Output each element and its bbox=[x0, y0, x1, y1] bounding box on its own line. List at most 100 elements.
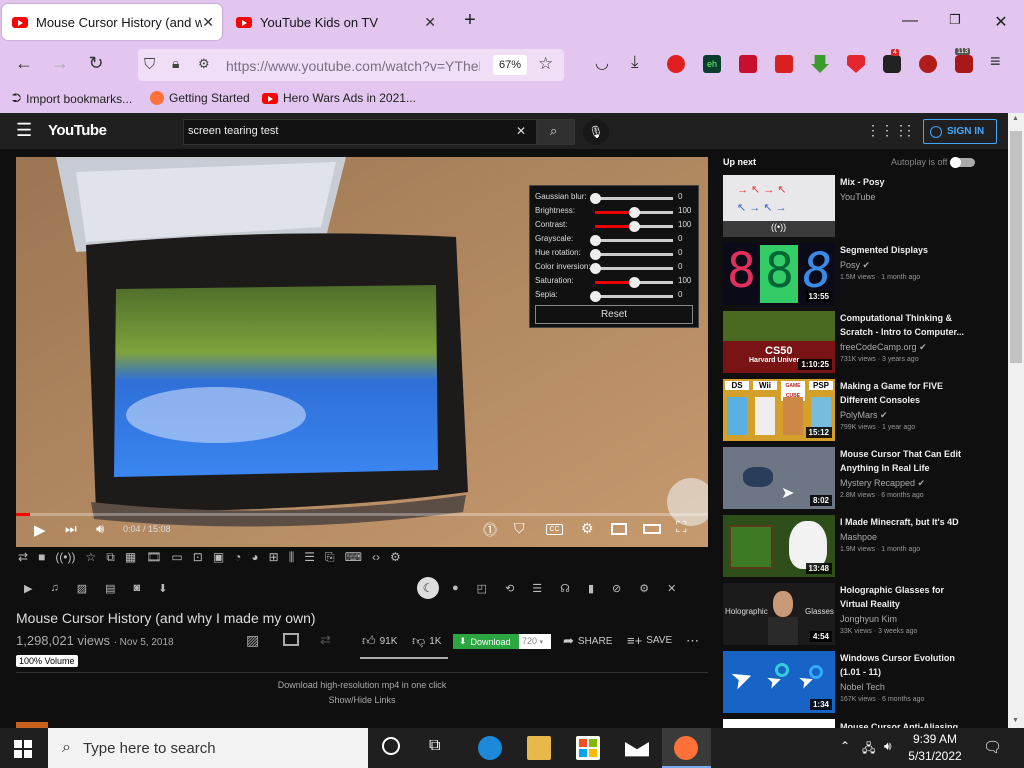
mouse-icon[interactable]: ▮ bbox=[588, 582, 594, 596]
bookmark-getting-started[interactable]: Getting Started bbox=[150, 91, 250, 105]
scroll-up-icon[interactable]: ▲ bbox=[1012, 115, 1019, 122]
ball-extension-icon[interactable] bbox=[919, 55, 937, 73]
download-button[interactable]: ⬇ Download bbox=[453, 634, 519, 649]
download-arrow-extension-icon[interactable] bbox=[811, 55, 829, 73]
filter-slider[interactable] bbox=[590, 235, 673, 246]
filter-slider[interactable] bbox=[590, 291, 673, 302]
store-icon[interactable] bbox=[576, 736, 600, 760]
dark-mode-icon[interactable]: ☾ bbox=[417, 577, 439, 599]
theater-mode-icon[interactable] bbox=[643, 524, 661, 534]
video-camera-icon[interactable]: ▶︎ bbox=[24, 582, 32, 596]
caption-icon[interactable]: ▤ bbox=[105, 582, 115, 596]
split-icon[interactable]: ⫼ bbox=[289, 550, 295, 568]
autoplay-toggle[interactable] bbox=[950, 157, 975, 168]
edge-icon[interactable] bbox=[478, 736, 502, 760]
ublock-player-icon[interactable]: ⓵ bbox=[483, 520, 497, 540]
settings-icon[interactable]: ⚙ bbox=[581, 520, 594, 537]
sidebar-video-five-consoles[interactable]: DS Wii GAME CUBE PSP 15:12 Making a Game… bbox=[723, 379, 1003, 441]
play-icon[interactable]: ▶ bbox=[34, 521, 46, 539]
windows-start-icon[interactable] bbox=[14, 740, 32, 758]
filter-slider-knob[interactable] bbox=[629, 207, 640, 218]
tab-youtube-kids[interactable]: YouTube Kids on TV ✕ bbox=[226, 4, 444, 40]
bookmark-import[interactable]: ⮊ Import bookmarks... bbox=[12, 91, 132, 106]
fullscreen-icon[interactable]: ⛶ bbox=[676, 519, 687, 536]
network-icon[interactable]: 🖧︎ bbox=[862, 739, 875, 760]
stop-icon[interactable]: ■ bbox=[38, 550, 45, 568]
loop-icon[interactable]: ⇄ bbox=[18, 550, 28, 568]
downloads-icon[interactable]: ⤓ bbox=[631, 52, 639, 72]
camera-icon[interactable]: ⎘ bbox=[325, 550, 335, 568]
reset-filters-button[interactable]: Reset bbox=[535, 305, 693, 324]
show-hide-links[interactable]: Show/Hide Links bbox=[16, 693, 708, 708]
close-tab-icon[interactable]: ✕ bbox=[424, 14, 436, 31]
search-input[interactable]: screen tearing test ✕ bbox=[183, 119, 537, 145]
picture-icon[interactable]: ▣ bbox=[213, 550, 224, 568]
video-extension-icon[interactable] bbox=[667, 55, 685, 73]
close-window-button[interactable]: ✕ bbox=[986, 12, 1016, 32]
clear-search-icon[interactable]: ✕ bbox=[516, 124, 526, 138]
filter-slider-knob[interactable] bbox=[590, 235, 601, 246]
hamburger-menu-icon[interactable]: ☰ bbox=[16, 120, 32, 141]
like-button[interactable]: 👍︎ 91K bbox=[362, 633, 397, 649]
pocket-icon[interactable]: ◡ bbox=[595, 53, 609, 73]
system-clock[interactable]: 9:39 AM 5/31/2022 bbox=[905, 731, 965, 765]
camera-icon[interactable]: ◙ bbox=[134, 582, 141, 596]
sidebar-video-anti-aliasing[interactable]: Mouse Cursor Anti-Aliasing bbox=[723, 719, 1003, 728]
sidebar-video-minecraft-4d[interactable]: 13:48 I Made Minecraft, but It's 4D Mash… bbox=[723, 515, 1003, 577]
gear-icon[interactable]: ⚙ bbox=[390, 550, 401, 568]
forward-button[interactable]: → bbox=[48, 53, 72, 74]
bookmark-hero-wars[interactable]: Hero Wars Ads in 2021... bbox=[262, 91, 416, 105]
next-icon[interactable]: ⏭ bbox=[65, 521, 77, 537]
filter-slider-knob[interactable] bbox=[590, 249, 601, 260]
record-icon[interactable]: ⊡ bbox=[193, 550, 203, 568]
shield-icon[interactable]: ⛉ bbox=[144, 56, 155, 73]
dislike-button[interactable]: 👎︎ 1K bbox=[412, 633, 441, 649]
gallery-icon[interactable]: ▦ bbox=[125, 550, 136, 568]
microphone-icon[interactable]: 🎙︎ bbox=[583, 119, 609, 145]
filter-slider-knob[interactable] bbox=[629, 277, 640, 288]
download-circle-icon[interactable]: ⬇ bbox=[158, 582, 167, 596]
screen-icon[interactable]: ▭ bbox=[171, 550, 182, 568]
taskbar-search-input[interactable]: ⌕ Type here to search bbox=[48, 728, 368, 768]
sidebar-video-windows-cursor-evolution[interactable]: ➤ ➤ ➤ 1:34 Windows Cursor Evolution (1.0… bbox=[723, 651, 1003, 713]
code-icon[interactable]: ‹› bbox=[372, 550, 380, 568]
bookmark-star-icon[interactable]: ☆ bbox=[538, 54, 553, 74]
miniplayer-icon[interactable] bbox=[283, 633, 299, 646]
subtitles-icon[interactable]: CC bbox=[546, 524, 563, 535]
miniplayer-icon[interactable] bbox=[611, 523, 627, 535]
mail-icon[interactable] bbox=[625, 742, 649, 757]
film-icon[interactable]: 🎞︎ bbox=[146, 550, 161, 568]
menu-icon[interactable]: ≡ bbox=[990, 51, 1001, 72]
save-button[interactable]: ≡+ SAVE bbox=[627, 633, 672, 648]
eh-extension-icon[interactable]: eh bbox=[703, 55, 721, 73]
firefox-taskbar-button[interactable] bbox=[662, 728, 711, 768]
youtube-logo[interactable]: YouTube bbox=[48, 122, 107, 139]
pencil-extension-icon[interactable] bbox=[739, 55, 757, 73]
headphones-icon[interactable]: ☊ bbox=[560, 582, 570, 596]
more-actions-icon[interactable]: ⋯ bbox=[686, 633, 699, 649]
notification-icon[interactable]: 🗨︎ bbox=[983, 738, 1002, 756]
volume-icon[interactable]: 🔊︎ bbox=[96, 521, 104, 537]
permissions-icon[interactable]: ⚙ bbox=[198, 56, 210, 72]
sidebar-video-mix-posy[interactable]: ((•)) → ↖ → ↖ ↖ → ↖ → Mix - Posy YouTube bbox=[723, 175, 1003, 237]
cortana-icon[interactable] bbox=[382, 737, 400, 755]
keyboard-icon[interactable]: ⌨ bbox=[345, 550, 362, 568]
filter-slider[interactable] bbox=[595, 207, 673, 218]
filter-slider[interactable] bbox=[595, 221, 673, 232]
speedometer-icon[interactable]: ◕ bbox=[251, 550, 258, 568]
sidebar-video-computational-thinking[interactable]: CS50 Harvard Univer 1:10:25 Computationa… bbox=[723, 311, 1003, 373]
filter-slider-knob[interactable] bbox=[629, 221, 640, 232]
speaker-icon[interactable]: 🔊︎ bbox=[884, 739, 892, 754]
filter-slider-knob[interactable] bbox=[590, 291, 601, 302]
ublock-icon[interactable] bbox=[847, 55, 865, 73]
no-image-icon[interactable]: ⊘ bbox=[612, 582, 621, 596]
close-icon[interactable]: ✕ bbox=[667, 582, 676, 596]
minimize-button[interactable]: — bbox=[895, 12, 925, 30]
zoom-level[interactable]: 67% bbox=[493, 55, 527, 75]
image-icon[interactable]: ▨ bbox=[246, 632, 259, 649]
back-button[interactable]: ← bbox=[12, 53, 36, 74]
star-icon[interactable]: ☆ bbox=[86, 550, 97, 568]
layout-icon[interactable]: ☰ bbox=[304, 550, 315, 568]
filter-slider[interactable] bbox=[590, 263, 673, 274]
sign-in-button[interactable]: SIGN IN bbox=[923, 119, 997, 144]
